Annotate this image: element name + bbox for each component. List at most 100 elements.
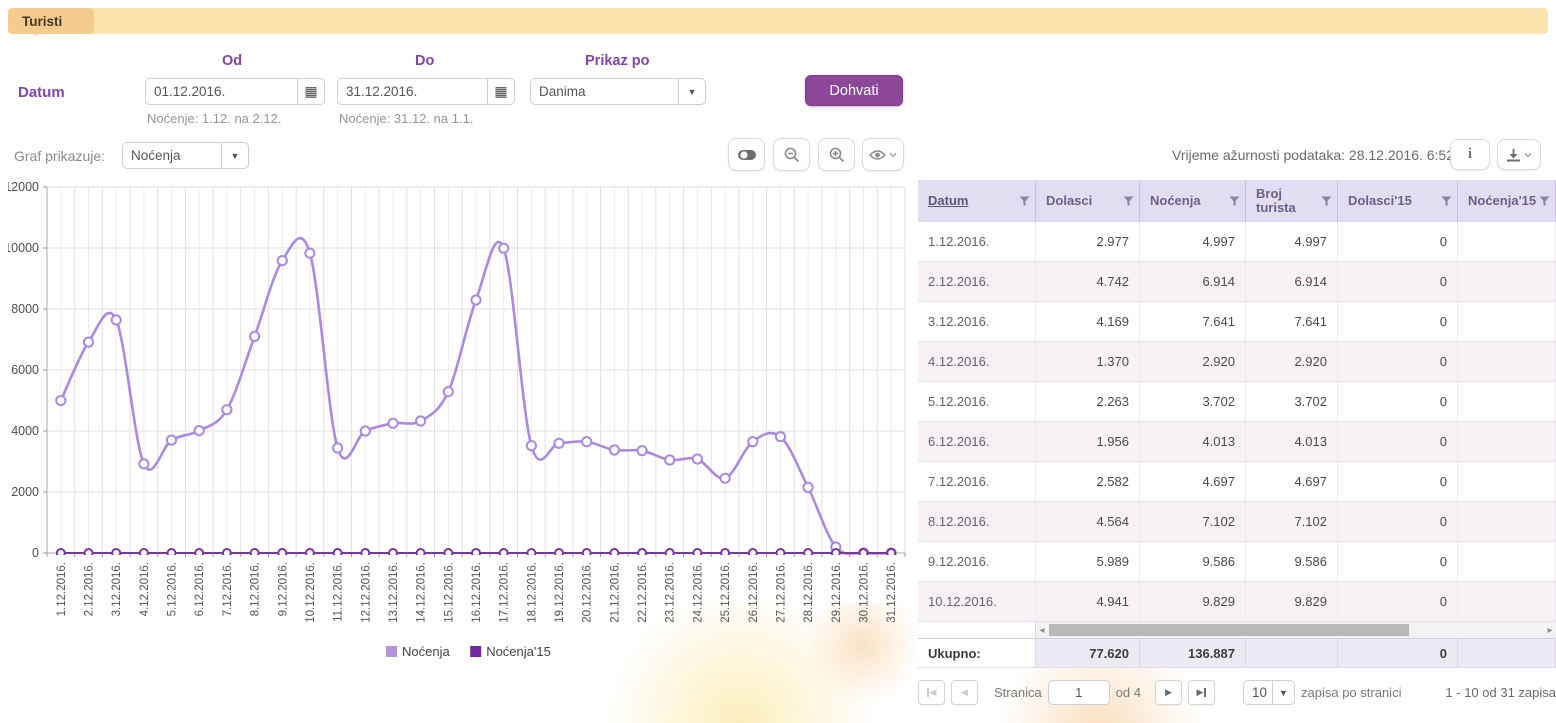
filter-icon[interactable] — [1539, 196, 1550, 206]
data-point[interactable] — [500, 549, 508, 557]
table-row[interactable]: 10.12.2016.4.9419.8299.8290 — [918, 582, 1556, 622]
table-row[interactable]: 8.12.2016.4.5647.1027.1020 — [918, 502, 1556, 542]
data-point[interactable] — [610, 445, 619, 454]
filter-icon[interactable] — [1321, 196, 1332, 206]
first-page-button[interactable]: ◀ — [918, 680, 945, 705]
data-point[interactable] — [776, 432, 785, 441]
table-row[interactable]: 3.12.2016.4.1697.6417.6410 — [918, 302, 1556, 342]
data-point[interactable] — [56, 396, 65, 405]
data-point[interactable] — [527, 441, 536, 450]
data-point[interactable] — [749, 549, 757, 557]
data-point[interactable] — [860, 549, 868, 557]
data-point[interactable] — [583, 549, 591, 557]
export-button[interactable] — [1497, 139, 1541, 170]
data-point[interactable] — [444, 549, 452, 557]
table-row[interactable]: 9.12.2016.5.9899.5869.5860 — [918, 542, 1556, 582]
data-point[interactable] — [112, 549, 120, 557]
data-point[interactable] — [139, 459, 148, 468]
data-point[interactable] — [278, 549, 286, 557]
data-point[interactable] — [554, 439, 563, 448]
data-point[interactable] — [57, 549, 65, 557]
filter-icon[interactable] — [1441, 196, 1452, 206]
data-point[interactable] — [610, 549, 618, 557]
data-point[interactable] — [777, 549, 785, 557]
data-point[interactable] — [85, 549, 93, 557]
column-header-0[interactable]: Datum — [918, 180, 1036, 222]
dohvati-button[interactable]: Dohvati — [805, 75, 903, 106]
data-point[interactable] — [666, 549, 674, 557]
table-row[interactable]: 6.12.2016.1.9564.0134.0130 — [918, 422, 1556, 462]
data-point[interactable] — [222, 405, 231, 414]
column-header-3[interactable]: Broj turista — [1246, 180, 1338, 222]
data-point[interactable] — [693, 549, 701, 557]
graf-prikazuje-select[interactable]: Noćenja ▼ — [122, 142, 249, 169]
data-point[interactable] — [278, 256, 287, 265]
data-point[interactable] — [334, 549, 342, 557]
data-point[interactable] — [389, 549, 397, 557]
table-row[interactable]: 5.12.2016.2.2633.7023.7020 — [918, 382, 1556, 422]
table-row[interactable]: 1.12.2016.2.9774.9974.9970 — [918, 222, 1556, 262]
data-point[interactable] — [388, 419, 397, 428]
data-point[interactable] — [638, 446, 647, 455]
data-point[interactable] — [638, 549, 646, 557]
table-row[interactable]: 7.12.2016.2.5824.6974.6970 — [918, 462, 1556, 502]
data-point[interactable] — [306, 549, 314, 557]
data-point[interactable] — [333, 443, 342, 452]
data-point[interactable] — [693, 455, 702, 464]
data-point[interactable] — [305, 249, 314, 258]
calendar-icon[interactable]: ▦ — [297, 79, 324, 104]
scroll-right-icon[interactable]: ▸ — [1544, 622, 1556, 638]
data-point[interactable] — [471, 295, 480, 304]
info-button[interactable]: i — [1450, 139, 1490, 170]
data-point[interactable] — [887, 549, 895, 557]
scroll-left-icon[interactable]: ◂ — [1036, 622, 1048, 638]
data-point[interactable] — [251, 549, 259, 557]
data-point[interactable] — [499, 244, 508, 253]
last-page-button[interactable]: ▶ — [1188, 680, 1215, 705]
scrollbar-thumb[interactable] — [1049, 624, 1409, 636]
data-point[interactable] — [195, 426, 204, 435]
page-number-input[interactable] — [1048, 680, 1110, 705]
data-point[interactable] — [195, 549, 203, 557]
calendar-icon[interactable]: ▦ — [487, 79, 514, 104]
data-point[interactable] — [140, 549, 148, 557]
data-point[interactable] — [361, 426, 370, 435]
data-point[interactable] — [472, 549, 480, 557]
data-point[interactable] — [417, 549, 425, 557]
date-to-input[interactable] — [338, 84, 487, 99]
scrollbar-track[interactable]: ◂ ▸ — [1036, 622, 1556, 638]
data-point[interactable] — [721, 549, 729, 557]
column-header-5[interactable]: Noćenja'15 — [1458, 180, 1556, 222]
chart-toggle-button[interactable] — [728, 138, 765, 171]
data-point[interactable] — [582, 437, 591, 446]
data-point[interactable] — [555, 549, 563, 557]
data-point[interactable] — [748, 437, 757, 446]
filter-icon[interactable] — [1019, 196, 1030, 206]
column-header-1[interactable]: Dolasci — [1036, 180, 1140, 222]
table-row[interactable]: 4.12.2016.1.3702.9202.9200 — [918, 342, 1556, 382]
next-page-button[interactable]: ▶ — [1155, 680, 1182, 705]
series-visibility-button[interactable] — [862, 138, 904, 171]
data-point[interactable] — [84, 338, 93, 347]
data-point[interactable] — [167, 436, 176, 445]
data-point[interactable] — [832, 549, 840, 557]
date-from-input[interactable] — [146, 84, 297, 99]
data-point[interactable] — [416, 416, 425, 425]
prev-page-button[interactable]: ◀ — [951, 680, 978, 705]
data-point[interactable] — [112, 315, 121, 324]
data-point[interactable] — [804, 483, 813, 492]
data-point[interactable] — [527, 549, 535, 557]
legend-item[interactable]: Noćenja — [386, 644, 450, 659]
data-point[interactable] — [168, 549, 176, 557]
column-header-2[interactable]: Noćenja — [1140, 180, 1246, 222]
tab-turisti[interactable]: Turisti — [8, 8, 94, 34]
data-point[interactable] — [223, 549, 231, 557]
data-point[interactable] — [721, 474, 730, 483]
page-size-select[interactable]: 10 ▼ — [1243, 680, 1295, 705]
table-row[interactable]: 2.12.2016.4.7426.9146.9140 — [918, 262, 1556, 302]
prikaz-po-select[interactable]: Danima ▼ — [530, 78, 706, 105]
data-point[interactable] — [361, 549, 369, 557]
data-point[interactable] — [804, 549, 812, 557]
filter-icon[interactable] — [1229, 196, 1240, 206]
zoom-in-button[interactable] — [818, 138, 855, 171]
